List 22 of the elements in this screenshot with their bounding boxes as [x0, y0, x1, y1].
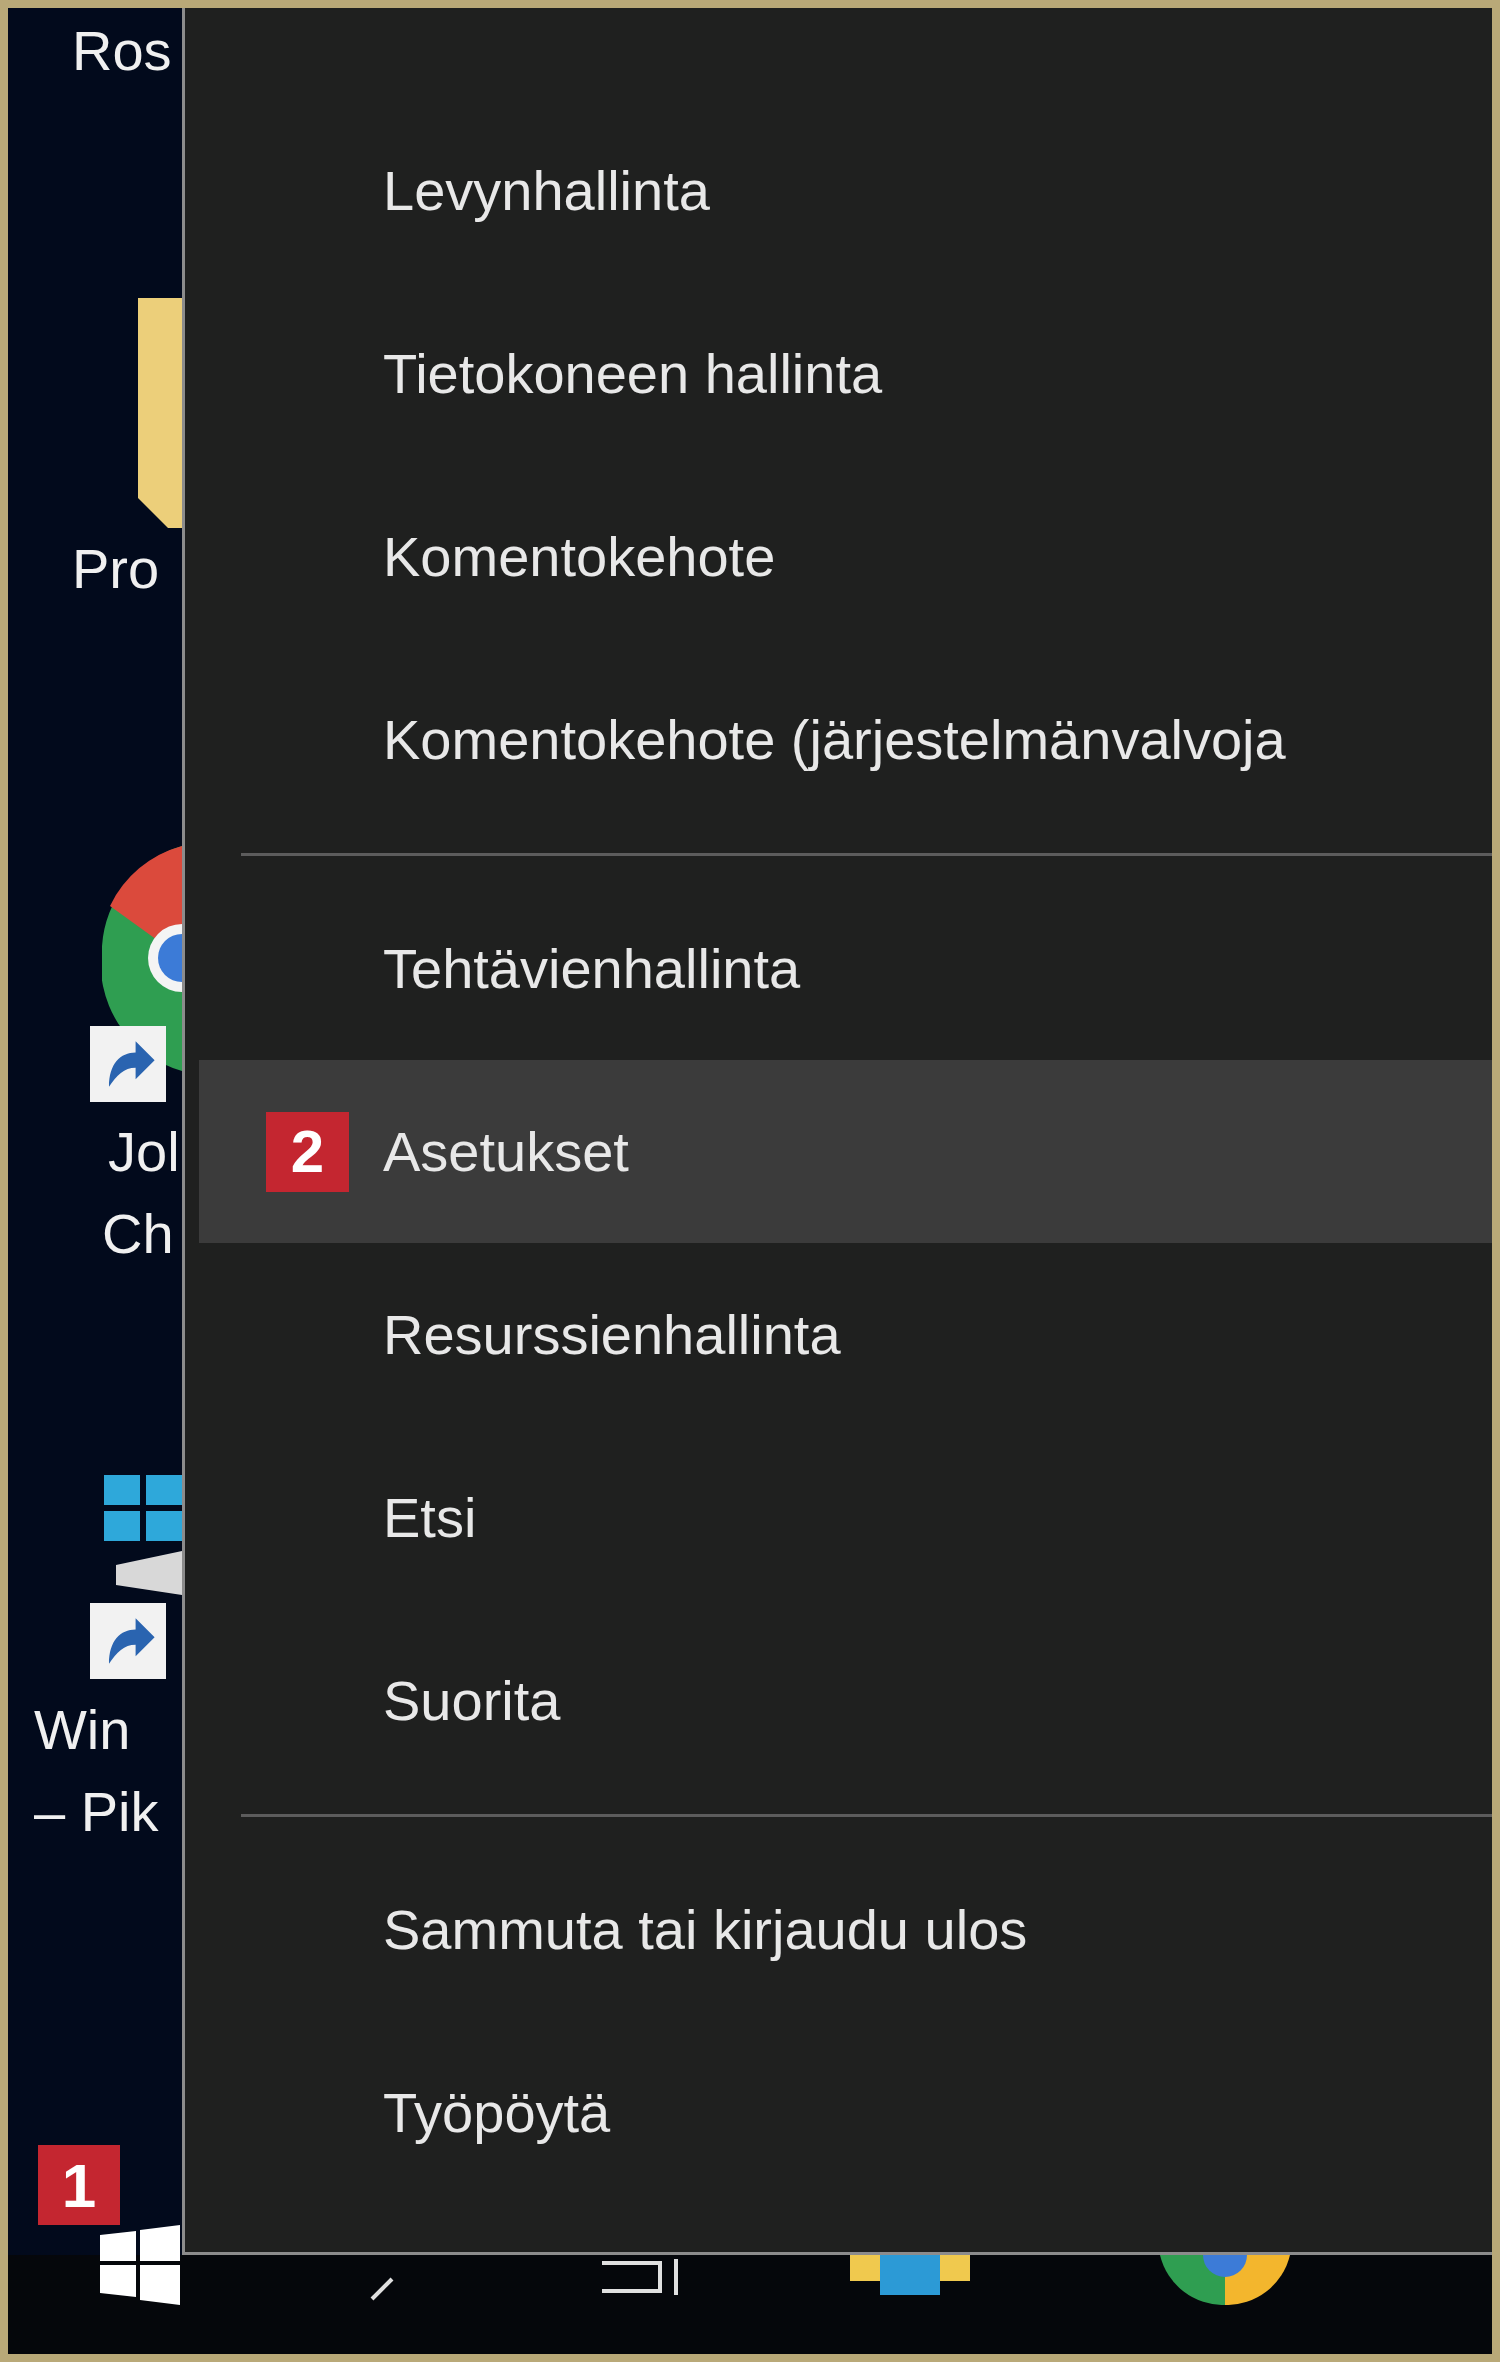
icon-label: – Pik [34, 1779, 160, 1845]
menu-item[interactable]: Tehtävienhallinta [199, 877, 1492, 1060]
menu-item[interactable]: Tietokoneen hallinta [199, 282, 1492, 465]
menu-item[interactable]: 2 Asetukset [199, 1060, 1492, 1243]
step-number: 1 [38, 2145, 120, 2225]
menu-item[interactable]: Työpöytä [199, 2021, 1492, 2204]
menu-item[interactable]: Resurssienhallinta [199, 1243, 1492, 1426]
icon-label: Jol [108, 1119, 181, 1185]
icon-label: Pro [72, 536, 161, 602]
menu-item[interactable]: Etsi [199, 1426, 1492, 1609]
windows-logo-icon[interactable] [100, 2225, 180, 2305]
menu-item[interactable]: Levynhallinta [199, 99, 1492, 282]
menu-item[interactable]: Suorita [199, 1609, 1492, 1792]
menu-item[interactable]: Komentokehote (järjestelmänvalvoja [199, 648, 1492, 831]
menu-item[interactable]: Komentokehote [199, 465, 1492, 648]
step-number: 2 [266, 1111, 349, 1192]
icon-label: Win [34, 1697, 132, 1763]
menu-item[interactable]: Sammuta tai kirjaudu ulos [199, 1838, 1492, 2021]
windows-logo-icon [104, 1475, 182, 1595]
icon-label: Ros [72, 19, 172, 82]
chrome-icon[interactable] [1160, 2255, 1290, 2305]
icon-label: Ch [102, 1201, 175, 1267]
